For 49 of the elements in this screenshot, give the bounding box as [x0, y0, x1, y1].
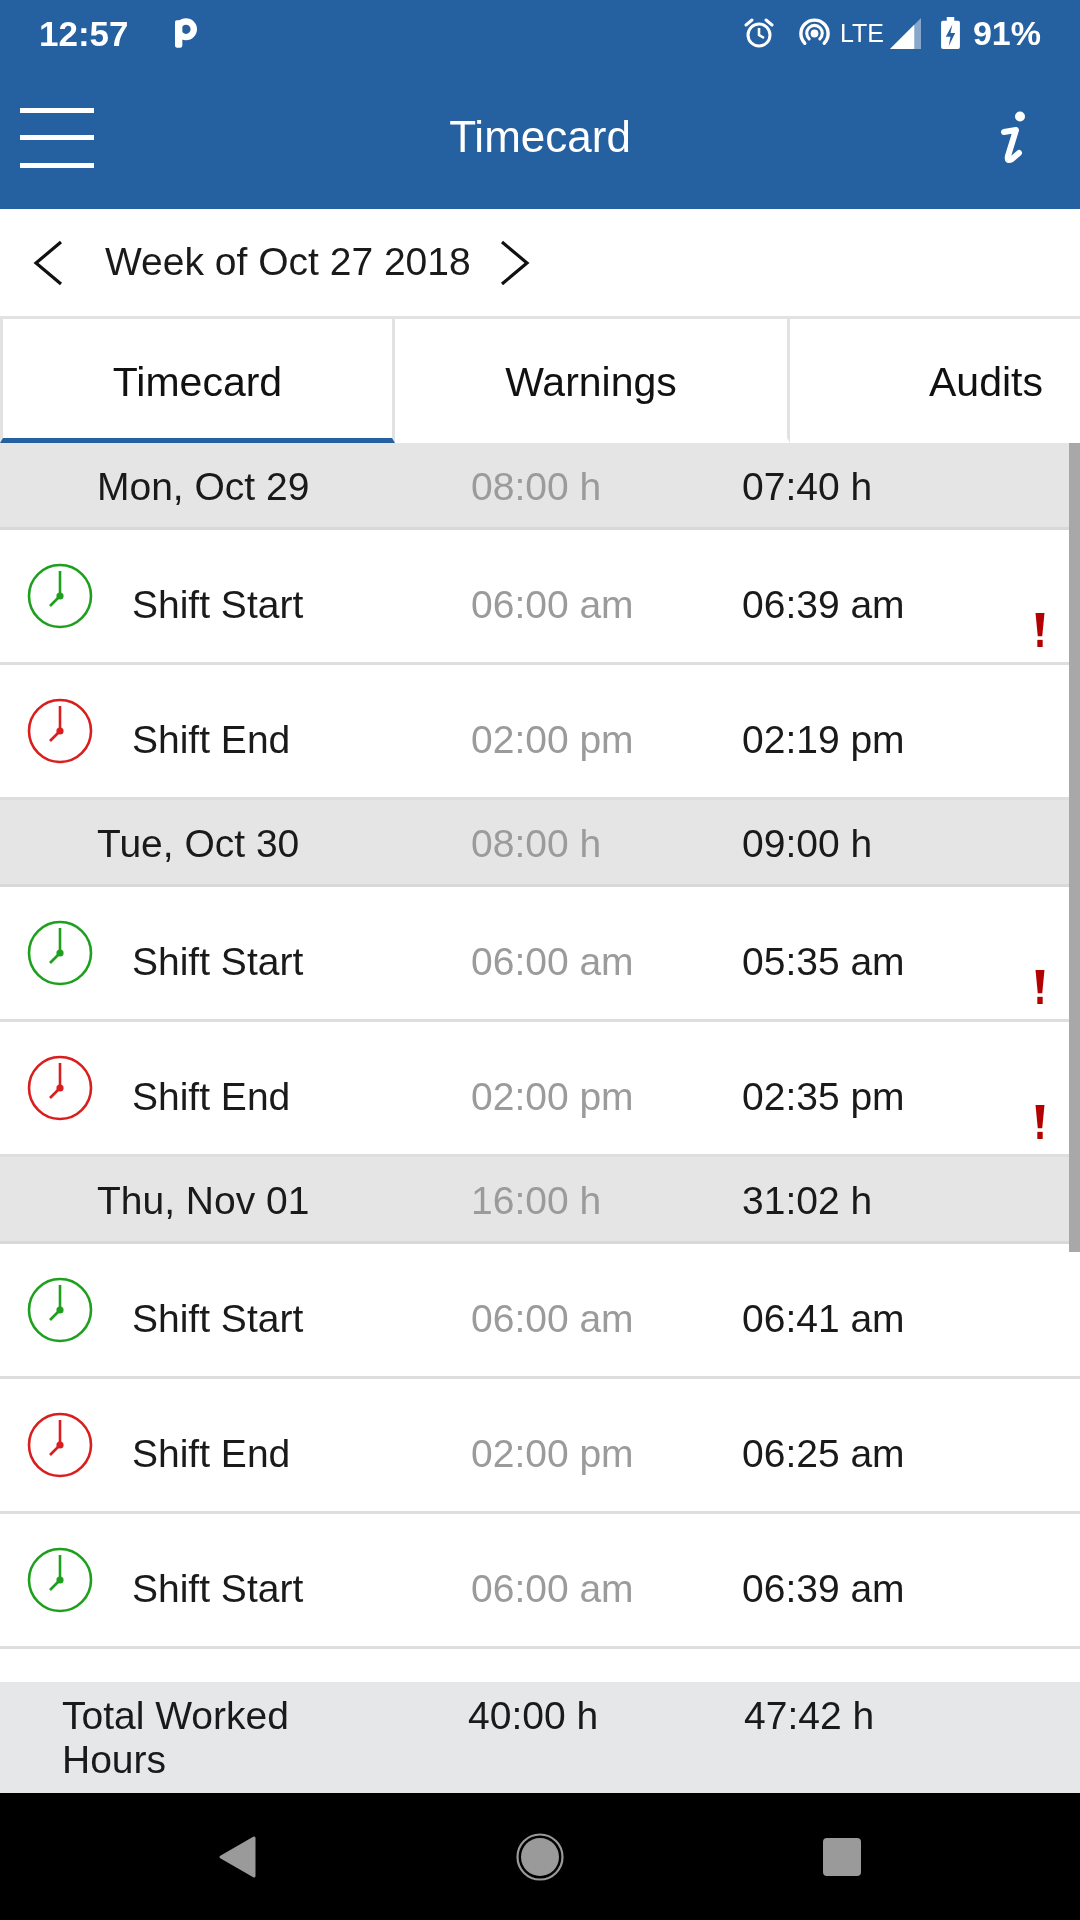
actual-time: 06:39 am	[742, 1565, 906, 1612]
entry-label: Shift Start	[132, 1565, 305, 1612]
total-planned: 40:00 h	[468, 1694, 600, 1738]
actual-time: 06:39 am	[742, 581, 906, 628]
planned-hours: 08:00 h	[471, 820, 603, 867]
planned-time: 02:00 pm	[471, 1430, 635, 1477]
planned-time: 06:00 am	[471, 581, 635, 628]
home-button[interactable]	[516, 1832, 564, 1881]
total-worked: 47:42 h	[744, 1694, 876, 1738]
worked-hours: 09:00 h	[742, 820, 874, 867]
planned-time: 06:00 am	[471, 1565, 635, 1612]
entry-label: Shift End	[132, 1073, 292, 1120]
recents-button[interactable]	[822, 1836, 862, 1877]
next-week-button[interactable]	[498, 239, 531, 286]
total-label: Total Worked Hours	[62, 1694, 290, 1782]
previous-week-button[interactable]	[32, 239, 64, 286]
entry-label: Shift Start	[132, 938, 305, 985]
day-date: Mon, Oct 29	[97, 463, 311, 510]
menu-button[interactable]	[20, 107, 94, 168]
entry-label: Shift End	[132, 1430, 292, 1477]
planned-time: 02:00 pm	[471, 716, 635, 763]
battery-level: 91%	[972, 16, 1041, 50]
entry-label: Shift End	[132, 716, 292, 763]
actual-time: 06:41 am	[742, 1295, 906, 1342]
signal-icon	[889, 17, 921, 49]
info-button[interactable]	[998, 110, 1028, 165]
actual-time: 02:35 pm	[742, 1073, 906, 1120]
entry-label: Shift Start	[132, 1295, 305, 1342]
status-time: 12:57	[39, 15, 129, 51]
planned-hours: 16:00 h	[471, 1177, 603, 1224]
alarm-clock-icon	[742, 17, 775, 49]
worked-hours: 07:40 h	[742, 463, 874, 510]
network-type: LTE	[839, 20, 884, 46]
actual-time: 05:35 am	[742, 938, 906, 985]
planned-time: 06:00 am	[471, 938, 635, 985]
actual-time: 02:19 pm	[742, 716, 906, 763]
week-label: Week of Oct 27 2018	[105, 239, 471, 286]
p-letter-icon	[174, 18, 197, 48]
worked-hours: 31:02 h	[742, 1177, 874, 1224]
actual-time: 06:25 am	[742, 1430, 906, 1477]
day-date: Thu, Nov 01	[97, 1177, 311, 1224]
planned-time: 06:00 am	[471, 1295, 635, 1342]
planned-hours: 08:00 h	[471, 463, 603, 510]
planned-time: 02:00 pm	[471, 1073, 635, 1120]
entry-label: Shift Start	[132, 581, 305, 628]
screen-title: Timecard	[449, 111, 631, 164]
day-date: Tue, Oct 30	[97, 820, 301, 867]
battery-icon	[940, 17, 960, 49]
back-button[interactable]	[218, 1834, 258, 1879]
